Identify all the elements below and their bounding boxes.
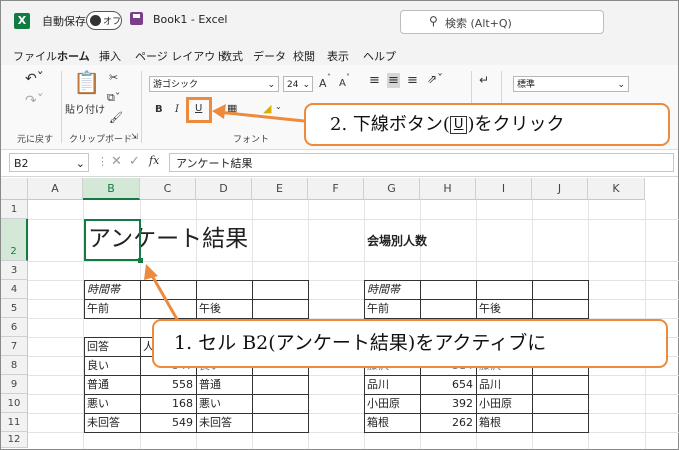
arrow-line-step2 (217, 110, 305, 123)
callout-step2-prefix: 2. 下線ボタン( (330, 114, 450, 135)
arrows-overlay (144, 104, 305, 322)
callout-step2-suffix: )をクリック (467, 114, 565, 135)
arrow-line-step1 (148, 271, 180, 322)
arrow-head-step1 (144, 264, 158, 280)
underline-icon: U (449, 116, 468, 134)
callout-step1: 1. セル B2(アンケート結果)をアクティブに (152, 319, 668, 368)
callout-step2: 2. 下線ボタン(U)をクリック (304, 103, 670, 146)
arrow-head-step2 (212, 104, 226, 119)
